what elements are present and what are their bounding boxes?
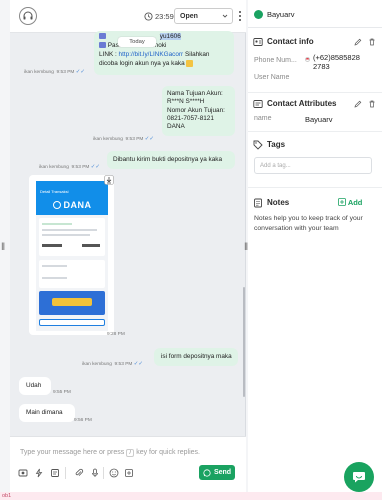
notes-icon: [254, 198, 262, 208]
plus-icon: [338, 198, 346, 206]
message-meta: ikan kembung 9:53 PM ✓✓: [82, 361, 143, 367]
message-bubble-outgoing: Dibantu kirim bukti depositnya ya kaka: [107, 151, 235, 169]
tag-placeholder: Add a tag...: [260, 163, 291, 169]
message-input[interactable]: Type your message here or press / key fo…: [20, 449, 240, 457]
indonesia-flag-icon: [305, 57, 310, 62]
phone-value: (+62)8585828: [313, 53, 360, 62]
message-bubble-outgoing: Nama Tujuan Akun: R***N S****H Nomor Aku…: [162, 86, 235, 136]
section-title-notes: Notes: [267, 198, 290, 207]
footer-label: ob1: [2, 493, 12, 499]
microphone-icon[interactable]: [90, 468, 100, 478]
contact-name: Bayuarv: [267, 10, 295, 19]
message-text: R***N S****H: [167, 98, 205, 106]
message-text: DANA: [167, 123, 185, 131]
chat-header: 23:59 Open: [10, 0, 246, 33]
whatsapp-icon: [254, 10, 263, 19]
section-title-tags: Tags: [267, 140, 286, 149]
section-title-attributes: Contact Attributes: [267, 99, 337, 108]
headset-avatar-icon[interactable]: [19, 7, 37, 25]
double-check-icon: ✓✓: [144, 136, 154, 142]
chat-fab-icon: [353, 472, 365, 483]
divider: [248, 187, 382, 188]
divider: [248, 131, 382, 132]
double-check-icon: ✓✓: [90, 164, 100, 170]
message-text: Nomor Akun Tujuan:: [167, 106, 225, 114]
message-meta: 9:28 PM: [107, 332, 125, 337]
emoji-icon: [186, 60, 194, 67]
message-text: isi form depositnya maka: [161, 353, 232, 360]
receipt-brand: DANA: [63, 200, 92, 210]
notes-hint: Notes help you to keep track of your con…: [254, 215, 363, 232]
message-text: Nama Tujuan Akun:: [167, 90, 223, 97]
message-bubble-outgoing: isi form depositnya maka: [154, 348, 238, 366]
message-text: Dibantu kirim bukti depositnya ya kaka: [113, 156, 223, 163]
message-text: 0821-7057-8121: [167, 114, 214, 122]
chat-scrollbar[interactable]: [243, 287, 245, 397]
message-meta: 9:55 PM: [53, 390, 71, 395]
download-icon[interactable]: [104, 175, 114, 185]
note-icon[interactable]: [124, 468, 134, 478]
double-check-icon: ✓✓: [133, 361, 143, 367]
bolt-icon[interactable]: [34, 468, 44, 478]
tag-input[interactable]: Add a tag...: [254, 157, 372, 174]
username-label: User Name: [254, 74, 290, 81]
tag-icon: [253, 140, 263, 150]
section-title-contact-info: Contact info: [267, 37, 314, 46]
more-vertical-icon[interactable]: [237, 9, 243, 23]
chat-panel: 23:59 Open yu1606 Password : kokohoki LI…: [10, 0, 246, 492]
clock-icon: [144, 12, 153, 21]
message-meta: 9:56 PM: [74, 418, 92, 423]
paperclip-icon[interactable]: [74, 468, 84, 478]
resize-handle-left[interactable]: ‖: [1, 242, 5, 253]
chevron-down-icon: [222, 14, 228, 18]
session-timer: 23:59: [155, 12, 174, 21]
phone-value: 2783: [313, 62, 330, 71]
message-meta: ikan kembung 9:53 PM ✓✓: [39, 164, 100, 170]
image-attachment[interactable]: Detail Transaksi DANA: [29, 175, 114, 335]
message-meta: ikan kembung 9:53 PM ✓✓: [24, 69, 85, 75]
template-icon[interactable]: [50, 468, 60, 478]
pencil-icon[interactable]: [354, 38, 362, 46]
trash-icon[interactable]: [368, 100, 376, 108]
chat-fab-button[interactable]: [344, 462, 374, 492]
attributes-icon: [253, 100, 263, 108]
add-note-button[interactable]: Add: [338, 198, 362, 207]
receipt-screenshot: Detail Transaksi DANA: [36, 181, 108, 331]
message-bubble-incoming: Udah: [19, 377, 51, 395]
whatsapp-icon: [203, 468, 211, 477]
message-text: LINK : http://bit.ly/LINKGacorr Silahkan: [99, 51, 210, 58]
bottom-status-strip: ob1: [0, 492, 382, 500]
date-separator: Today: [118, 37, 156, 47]
message-meta: ikan kembung 9:53 PM ✓✓: [93, 136, 154, 142]
message-composer[interactable]: Type your message here or press / key fo…: [10, 436, 246, 492]
message-link[interactable]: http://bit.ly/LINKGacorr: [119, 51, 184, 58]
double-check-icon: ✓✓: [75, 69, 85, 75]
trash-icon[interactable]: [368, 38, 376, 46]
receipt-title: Detail Transaksi: [40, 189, 69, 194]
media-icon[interactable]: [18, 468, 28, 478]
app-root: ‖ 23:59 Open yu1606 Password : kokohoki: [0, 0, 382, 500]
emoji-icon[interactable]: [109, 468, 119, 478]
message-bubble-outgoing: yu1606 Password : kokohoki LINK : http:/…: [94, 31, 234, 75]
attribute-key: name: [254, 115, 272, 122]
phone-label: Phone Num...: [254, 57, 297, 64]
message-bubble-incoming: Main dimana: [19, 404, 75, 422]
message-text: Udah: [26, 382, 42, 389]
pencil-icon[interactable]: [354, 100, 362, 108]
contact-header: Bayuarv: [248, 0, 382, 28]
send-button[interactable]: Send: [199, 465, 235, 480]
attribute-value: Bayuarv: [305, 115, 333, 124]
quick-reply-shortcut: /: [126, 449, 135, 457]
message-text: dicoba login akun nya ya kaka: [99, 60, 194, 68]
status-dropdown[interactable]: Open: [174, 8, 233, 24]
message-text: Main dimana: [26, 409, 63, 416]
contact-card-icon: [253, 38, 263, 46]
status-value: Open: [180, 13, 198, 20]
contact-panel: Bayuarv Contact info Phone Num... (+62)8…: [248, 0, 382, 492]
divider: [248, 92, 382, 93]
